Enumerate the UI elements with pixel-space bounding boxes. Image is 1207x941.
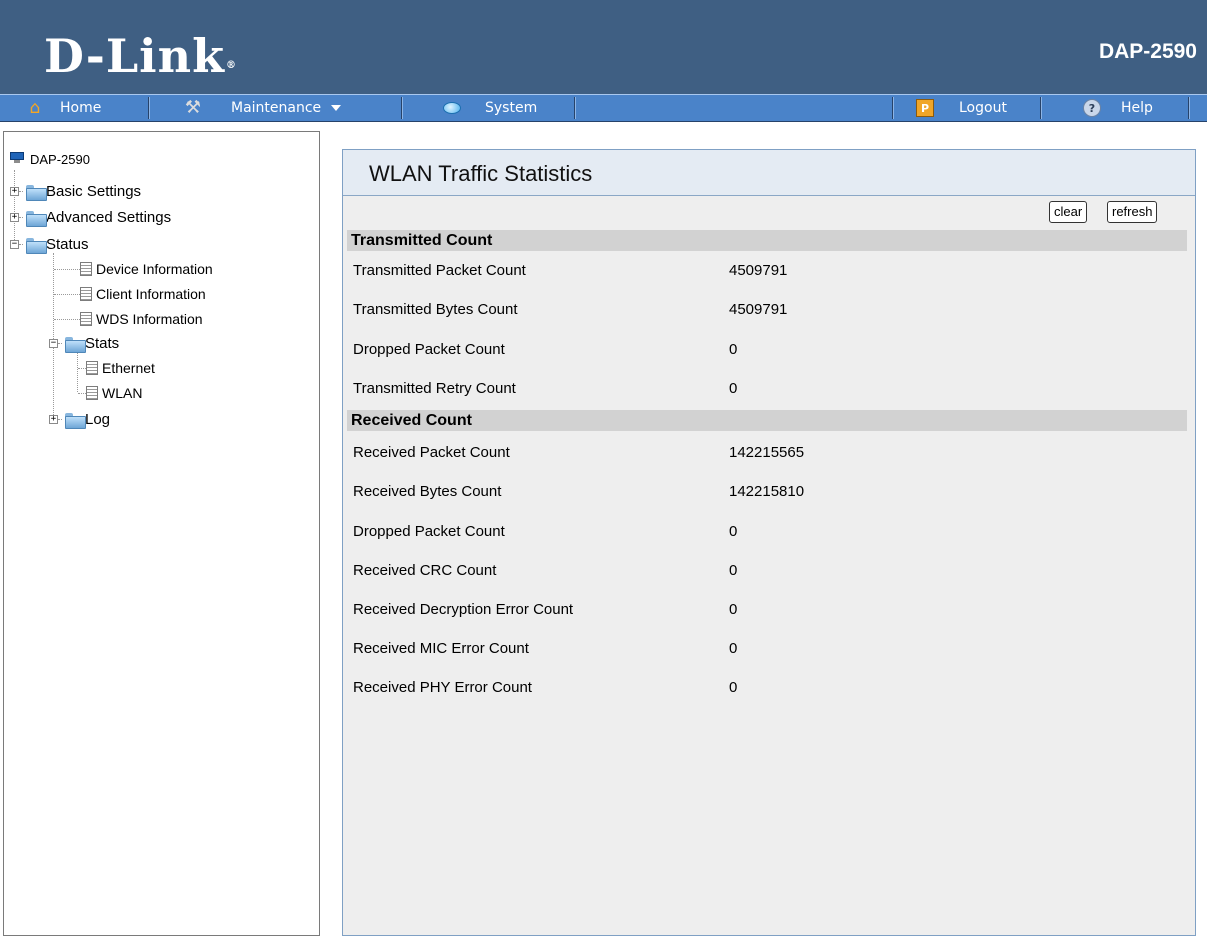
row-value: 0 [729,640,738,657]
collapse-icon[interactable]: − [49,338,58,348]
chevron-down-icon [331,105,342,111]
menu-help[interactable]: ? Help [1083,95,1153,121]
tree-status[interactable]: − Status [10,233,89,255]
clear-button[interactable]: clear [1049,201,1088,223]
row-label: Received MIC Error Count [353,640,529,657]
tree-stats[interactable]: − Stats [49,332,119,354]
section-transmitted-count: Transmitted Count [347,230,1187,251]
tools-icon: ⚒ [184,97,202,118]
tree-wds-information-label: WDS Information [96,311,203,327]
expand-icon[interactable]: + [10,186,19,196]
help-icon: ? [1083,99,1101,117]
network-icon [8,150,28,168]
tree-stats-label: Stats [85,334,120,352]
folder-icon [63,411,86,429]
navigation-tree: DAP-2590 + Basic Settings + Advanced Set… [3,131,320,936]
tree-ethernet[interactable]: Ethernet [78,357,155,379]
header-banner: D-Link® DAP-2590 [0,0,1207,94]
row-label: Received CRC Count [353,562,497,579]
document-icon [80,312,92,326]
menu-home[interactable]: ⌂ Home [26,95,102,121]
model-name: DAP-2590 [1098,40,1197,63]
tree-device-information-label: Device Information [96,261,213,277]
system-icon [441,99,463,117]
section-received-count: Received Count [347,410,1187,431]
menu-bar: ⌂ Home ⚒ Maintenance System P Logout ? H… [0,94,1207,122]
tree-client-information-label: Client Information [96,286,206,302]
tree-basic-settings-label: Basic Settings [46,182,142,200]
document-icon [80,262,92,276]
tree-root[interactable]: DAP-2590 [8,148,90,170]
collapse-icon[interactable]: − [10,239,19,249]
document-icon [86,386,98,400]
tree-client-information[interactable]: Client Information [54,283,206,305]
content-panel: WLAN Traffic Statistics clear refresh Tr… [342,149,1196,936]
folder-icon [24,209,47,227]
key-icon: P [916,99,934,117]
row-label: Received Bytes Count [353,483,502,500]
title-bar: WLAN Traffic Statistics [343,150,1195,196]
menu-system-label: System [485,100,538,116]
expand-icon[interactable]: + [10,212,19,222]
row-value: 0 [729,601,738,618]
row-value: 4509791 [729,262,788,279]
row-value: 0 [729,562,738,579]
tree-log-label: Log [85,410,111,428]
tree-root-label: DAP-2590 [30,151,90,167]
refresh-button[interactable]: refresh [1107,201,1158,223]
tree-wlan-label: WLAN [102,385,143,401]
row-value: 0 [729,679,738,696]
row-label: Transmitted Bytes Count [353,301,518,318]
tree-wlan[interactable]: WLAN [78,382,142,404]
home-icon: ⌂ [29,97,41,118]
menu-help-label: Help [1121,100,1153,116]
tree-log[interactable]: + Log [49,408,110,430]
row-label: Received Decryption Error Count [353,601,574,618]
row-value: 142215565 [729,444,805,461]
document-icon [80,287,92,301]
row-label: Received PHY Error Count [353,679,532,696]
tree-status-label: Status [46,235,89,253]
row-label: Dropped Packet Count [353,341,505,358]
folder-open-icon [63,335,86,353]
row-value: 142215810 [729,483,805,500]
tree-advanced-settings-label: Advanced Settings [46,208,172,226]
page-title: WLAN Traffic Statistics [369,161,593,186]
menu-maintenance[interactable]: ⚒ Maintenance [183,95,342,121]
folder-icon [24,183,47,201]
row-label: Transmitted Retry Count [353,380,516,397]
expand-icon[interactable]: + [49,414,58,424]
tree-advanced-settings[interactable]: + Advanced Settings [10,206,171,228]
row-value: 0 [729,380,738,397]
menu-logout-label: Logout [959,100,1007,116]
tree-basic-settings[interactable]: + Basic Settings [10,180,141,202]
folder-open-icon [24,236,47,254]
tree-wds-information[interactable]: WDS Information [54,308,203,330]
row-value: 4509791 [729,301,788,318]
document-icon [86,361,98,375]
row-label: Received Packet Count [353,444,510,461]
menu-home-label: Home [60,100,102,116]
dlink-logo: D-Link® [44,29,237,83]
menu-maintenance-label: Maintenance [231,100,322,116]
menu-logout[interactable]: P Logout [916,95,1007,121]
row-value: 0 [729,523,738,540]
tree-ethernet-label: Ethernet [102,360,155,376]
row-label: Transmitted Packet Count [353,262,526,279]
row-value: 0 [729,341,738,358]
tree-device-information[interactable]: Device Information [54,258,213,280]
menu-system[interactable]: System [441,95,537,121]
row-label: Dropped Packet Count [353,523,505,540]
